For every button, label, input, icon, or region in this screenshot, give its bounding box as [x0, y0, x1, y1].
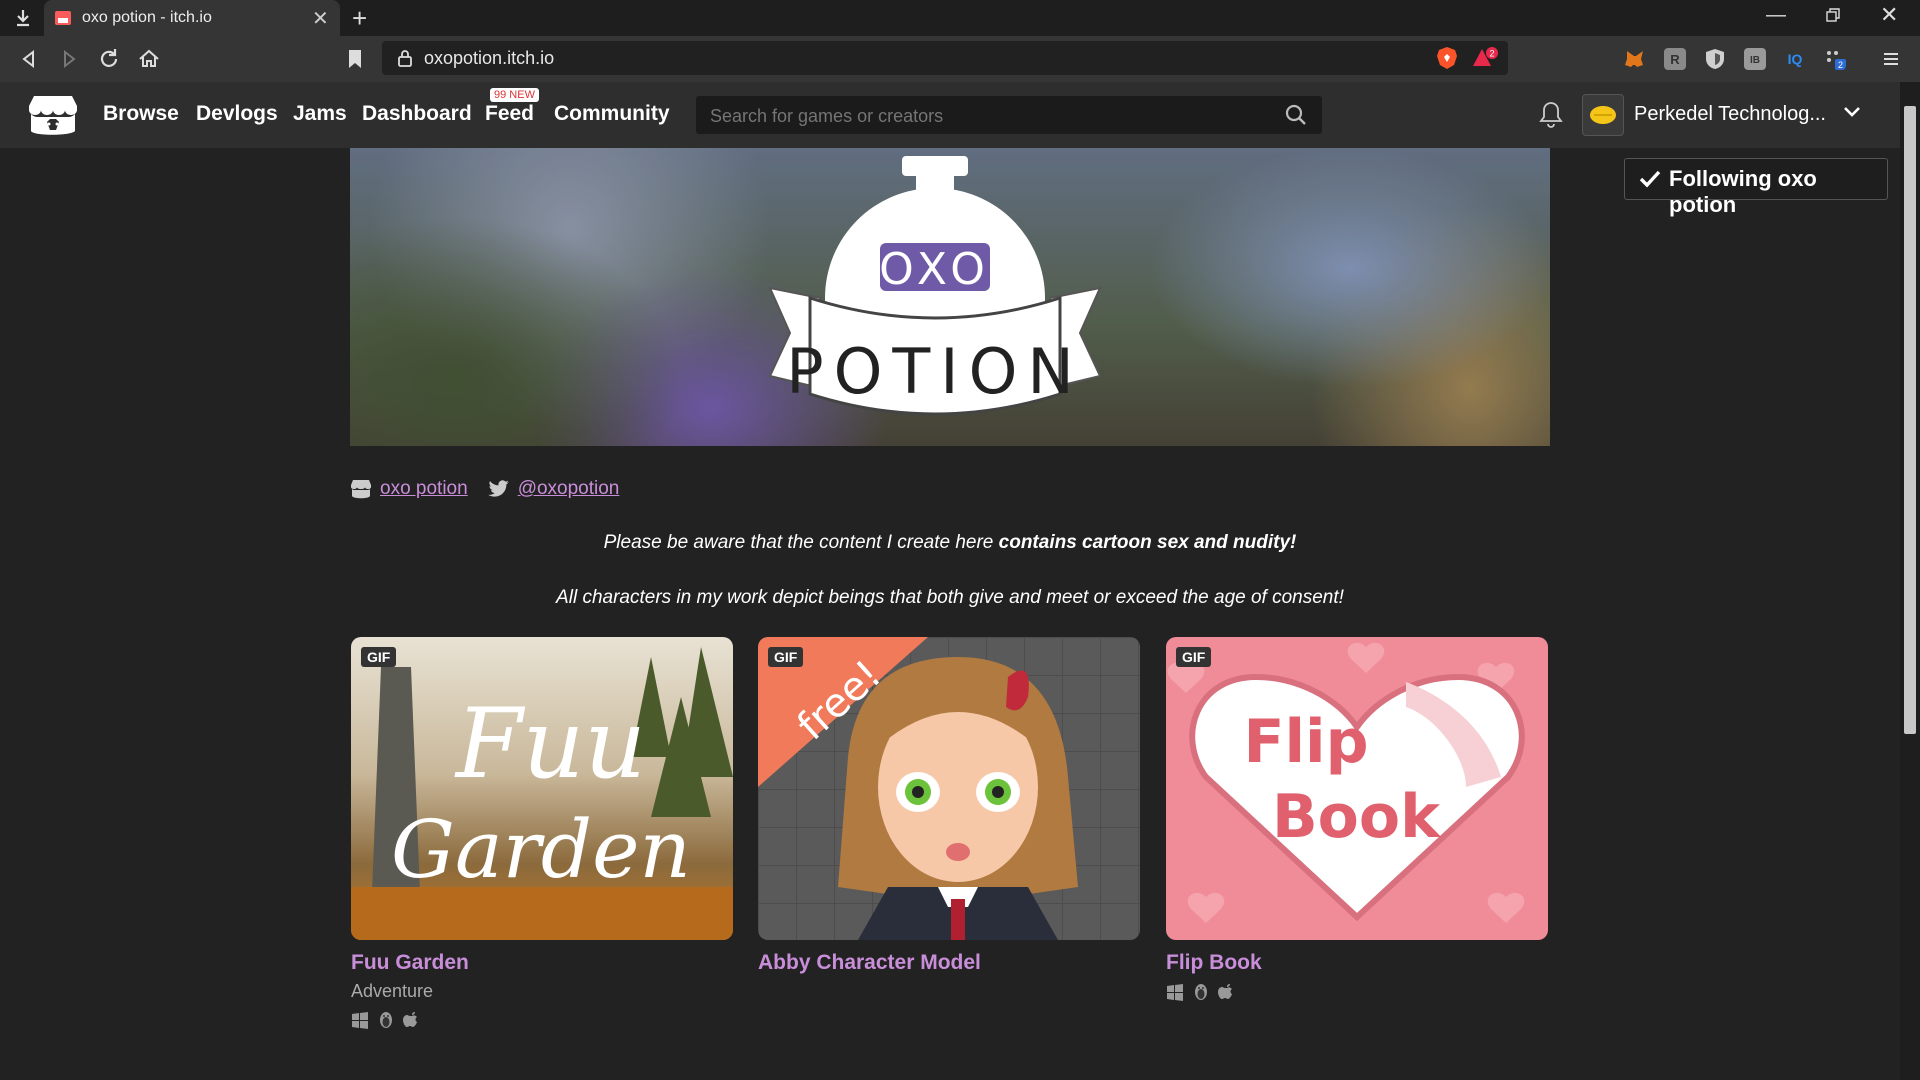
game-thumbnail[interactable]: Flip Book GIF: [1166, 637, 1548, 940]
nav-feed[interactable]: Feed: [485, 102, 534, 126]
notice-bold-text: contains cartoon sex and nudity!: [998, 532, 1297, 553]
nav-devlogs[interactable]: Devlogs: [196, 102, 278, 126]
address-bar[interactable]: oxopotion.itch.io 2: [382, 41, 1508, 75]
apple-icon: [1218, 984, 1232, 999]
game-thumbnail[interactable]: Fuu Garden GIF: [351, 637, 733, 940]
following-button[interactable]: Following oxo potion: [1624, 158, 1888, 217]
platform-icons: [1166, 983, 1236, 1001]
window-close-button[interactable]: ✕: [1880, 2, 1898, 28]
metamask-extension-icon[interactable]: [1624, 48, 1646, 70]
shield-extension-icon[interactable]: [1704, 48, 1726, 70]
thumb-text-garden: Garden: [391, 803, 691, 896]
linux-icon: [1195, 984, 1207, 1000]
game-genre: Adventure: [351, 981, 434, 1001]
itch-small-icon: [351, 480, 371, 499]
forward-icon[interactable]: [56, 46, 82, 72]
platform-icons: [351, 1011, 421, 1029]
brave-rewards-icon[interactable]: 2: [1472, 47, 1498, 69]
search-icon[interactable]: [1284, 103, 1308, 127]
thumb-text-book: Book: [1272, 782, 1442, 852]
extension-ib-icon[interactable]: IB: [1744, 48, 1766, 70]
browser-tab-strip: oxo potion - itch.io ✕ + — ✕: [0, 0, 1920, 36]
itch-logo-icon[interactable]: [28, 94, 78, 138]
page-scrollbar[interactable]: [1900, 82, 1920, 1080]
logo-potion: POTION: [786, 335, 1084, 408]
svg-text:IQ: IQ: [1788, 51, 1803, 67]
game-title[interactable]: Abby Character Model: [758, 951, 981, 975]
logo-oxo: OXO: [879, 244, 991, 295]
window-minimize-button[interactable]: —: [1766, 4, 1786, 27]
back-icon[interactable]: [16, 46, 42, 72]
user-name[interactable]: Perkedel Technolog...: [1634, 103, 1826, 126]
svg-text:IB: IB: [1750, 55, 1760, 66]
chevron-down-icon[interactable]: [1842, 102, 1862, 122]
abby-character-art: free!: [758, 637, 1078, 940]
linux-icon: [380, 1012, 392, 1028]
twitter-link[interactable]: @oxopotion: [518, 478, 620, 500]
new-tab-button[interactable]: +: [352, 3, 367, 34]
rewards-count: 2: [1489, 49, 1494, 59]
browser-toolbar: oxopotion.itch.io 2 R IB IQ 2: [0, 36, 1920, 82]
notification-bell-icon[interactable]: [1538, 100, 1564, 128]
scrollbar-thumb[interactable]: [1904, 106, 1916, 734]
thumb-text-fuu: Fuu: [454, 688, 646, 800]
nav-community[interactable]: Community: [554, 102, 670, 126]
tab-close-icon[interactable]: ✕: [312, 6, 329, 31]
itch-profile-link[interactable]: oxo potion: [380, 478, 468, 500]
itch-favicon-icon: [55, 11, 71, 25]
svg-text:R: R: [1670, 52, 1680, 67]
feed-new-badge: 99 NEW: [490, 88, 539, 102]
tab-title: oxo potion - itch.io: [82, 9, 212, 26]
gif-badge: GIF: [768, 647, 804, 667]
lock-icon[interactable]: [398, 49, 412, 67]
window-restore-button[interactable]: [1826, 8, 1840, 22]
reload-icon[interactable]: [96, 46, 122, 72]
game-thumbnail[interactable]: free! GIF: [758, 637, 1140, 940]
content-notice-1: Please be aware that the content I creat…: [350, 532, 1550, 554]
notice-text: Please be aware that the content I creat…: [603, 532, 999, 553]
nav-browse[interactable]: Browse: [103, 102, 179, 126]
url-text[interactable]: oxopotion.itch.io: [424, 48, 554, 69]
gif-badge: GIF: [361, 647, 397, 667]
extension-badge: 2: [1838, 60, 1843, 70]
content-notice-2: All characters in my work depict beings …: [556, 587, 1344, 608]
nav-jams[interactable]: Jams: [293, 102, 347, 126]
bookmark-icon[interactable]: [342, 46, 368, 72]
apple-icon: [403, 1012, 417, 1027]
browser-tab[interactable]: oxo potion - itch.io ✕: [44, 0, 340, 36]
avatar-image: [1590, 106, 1616, 124]
itch-header: Browse Devlogs Jams Dashboard Feed 99 NE…: [0, 82, 1920, 148]
following-label: Following oxo potion: [1669, 166, 1817, 217]
extension-r-icon[interactable]: R: [1664, 48, 1686, 70]
nav-dashboard[interactable]: Dashboard: [362, 102, 472, 126]
flip-book-art: Flip Book: [1167, 642, 1525, 923]
search-input[interactable]: [708, 105, 1272, 128]
windows-icon: [352, 1012, 368, 1029]
home-icon[interactable]: [136, 46, 162, 72]
brave-shield-icon[interactable]: [1436, 46, 1458, 70]
download-icon[interactable]: [14, 8, 32, 28]
profile-banner: OXO POTION: [350, 148, 1550, 446]
gif-badge: GIF: [1176, 647, 1212, 667]
fuu-garden-art: Fuu Garden: [351, 647, 733, 940]
profile-links: oxo potion @oxopotion: [350, 476, 619, 502]
game-title[interactable]: Fuu Garden: [351, 951, 469, 975]
search-box[interactable]: [696, 96, 1322, 134]
iq-extension-icon[interactable]: IQ: [1784, 48, 1806, 70]
windows-icon: [1167, 984, 1183, 1001]
user-avatar[interactable]: [1582, 94, 1624, 136]
browser-menu-icon[interactable]: [1880, 48, 1902, 70]
thumb-text-flip: Flip: [1243, 707, 1368, 777]
extensions-puzzle-icon[interactable]: 2: [1824, 48, 1846, 70]
checkmark-icon: [1639, 170, 1661, 188]
twitter-icon: [487, 480, 509, 497]
game-title[interactable]: Flip Book: [1166, 951, 1262, 975]
oxo-potion-logo: OXO POTION: [350, 148, 1550, 446]
